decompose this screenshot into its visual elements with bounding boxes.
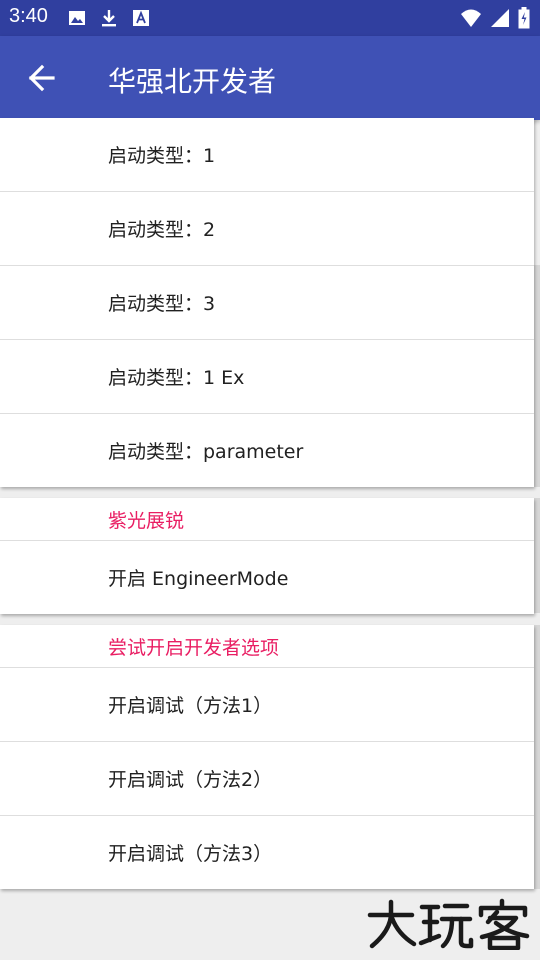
download-icon: [102, 10, 116, 27]
list-item-label: 开启调试（方法3）: [108, 843, 273, 865]
list-item-launch-type-1-ex[interactable]: 启动类型：1 Ex: [0, 340, 534, 414]
list-item-label: 启动类型：1 Ex: [108, 367, 245, 389]
section-header-ziguang: 紫光展锐: [0, 498, 534, 541]
font-a-icon: [133, 10, 149, 26]
list-item-label: 启动类型：parameter: [108, 441, 304, 463]
list-item-debug-method-3[interactable]: 开启调试（方法3）: [0, 816, 534, 889]
list-edge-shadow: [534, 265, 540, 487]
list-item-label: 开启调试（方法2）: [108, 769, 273, 791]
launch-type-card: 启动类型：1 启动类型：2 启动类型：3 启动类型：1 Ex 启动类型：para…: [0, 118, 534, 487]
list-item-launch-type-1[interactable]: 启动类型：1: [0, 118, 534, 192]
list-edge-shadow: [534, 625, 540, 889]
list-item-engineer-mode[interactable]: 开启 EngineerMode: [0, 541, 534, 614]
wifi-icon: [461, 9, 481, 27]
list-item-label: 启动类型：2: [108, 219, 216, 241]
list-item-launch-type-2[interactable]: 启动类型：2: [0, 192, 534, 266]
battery-charging-icon: [518, 7, 530, 29]
app-bar: 华强北开发者: [0, 36, 540, 120]
arrow-back-icon: [28, 64, 55, 92]
section-title: 紫光展锐: [108, 509, 185, 532]
status-bar: 3:40: [0, 0, 540, 36]
notification-icons: [68, 9, 150, 27]
image-icon: [69, 11, 85, 25]
list-item-debug-method-2[interactable]: 开启调试（方法2）: [0, 742, 534, 816]
list-item-label: 启动类型：3: [108, 293, 216, 315]
ziguang-card: 紫光展锐 开启 EngineerMode: [0, 498, 534, 614]
section-header-developer-options: 尝试开启开发者选项: [0, 625, 534, 668]
list-item-debug-method-1[interactable]: 开启调试（方法1）: [0, 668, 534, 742]
list-item-launch-type-parameter[interactable]: 启动类型：parameter: [0, 414, 534, 487]
watermark-logo: [367, 898, 530, 950]
list-item-label: 开启 EngineerMode: [108, 568, 289, 590]
list-item-label: 开启调试（方法1）: [108, 695, 273, 717]
list-item-launch-type-3[interactable]: 启动类型：3: [0, 266, 534, 340]
page-title: 华强北开发者: [108, 65, 277, 98]
developer-options-card: 尝试开启开发者选项 开启调试（方法1） 开启调试（方法2） 开启调试（方法3）: [0, 625, 534, 889]
list-item-label: 启动类型：1: [108, 145, 216, 167]
back-button[interactable]: [22, 58, 62, 98]
status-time: 3:40: [9, 5, 48, 27]
signal-icon: [491, 9, 509, 27]
system-icons: [460, 7, 530, 29]
section-title: 尝试开启开发者选项: [108, 636, 280, 659]
list-edge-shadow: [534, 498, 540, 613]
